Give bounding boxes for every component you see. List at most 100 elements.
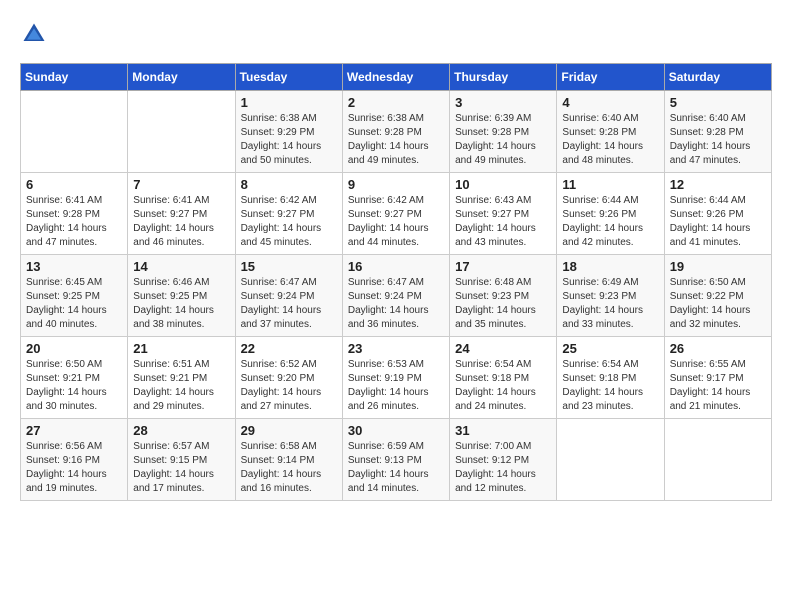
calendar-cell: 12Sunrise: 6:44 AM Sunset: 9:26 PM Dayli… [664,173,771,255]
day-info: Sunrise: 6:59 AM Sunset: 9:13 PM Dayligh… [348,440,444,496]
col-header-thursday: Thursday [450,64,557,91]
day-number: 18 [562,259,658,274]
calendar-cell: 13 Sunrise: 6:45 AM Sunset: 9:25 PM Dayli… [21,255,128,337]
calendar-cell: 15 Sunrise: 6:47 AM Sunset: 9:24 PM Dayli… [235,255,342,337]
calendar-cell: 14 Sunrise: 6:46 AM Sunset: 9:25 PM Dayli… [128,255,235,337]
day-info: Sunrise: 6:42 AM Sunset: 9:27 PM Dayligh… [348,194,444,250]
calendar-cell: 3 Sunrise: 6:39 AM Sunset: 9:28 PM Daylig… [450,91,557,173]
col-header-tuesday: Tuesday [235,64,342,91]
calendar-cell: 22 Sunrise: 6:52 AM Sunset: 9:20 PM Dayli… [235,337,342,419]
calendar-cell: 30 Sunrise: 6:59 AM Sunset: 9:13 PM Dayli… [342,419,449,501]
day-info: Sunrise: 6:47 AM Sunset: 9:24 PM Dayligh… [241,276,337,332]
day-number: 25 [562,341,658,356]
calendar-cell [664,419,771,501]
calendar-cell: 25 Sunrise: 6:54 AM Sunset: 9:18 PM Dayli… [557,337,664,419]
calendar-cell [21,91,128,173]
calendar-cell: 24 Sunrise: 6:54 AM Sunset: 9:18 PM Dayli… [450,337,557,419]
day-info: Sunrise: 6:41 AM Sunset: 9:28 PM Dayligh… [26,194,122,250]
day-number: 1 [241,95,337,110]
calendar-cell: 28Sunrise: 6:57 AM Sunset: 9:15 PM Dayli… [128,419,235,501]
day-number: 11 [562,177,658,192]
calendar-cell: 23 Sunrise: 6:53 AM Sunset: 9:19 PM Dayli… [342,337,449,419]
day-info: Sunrise: 6:51 AM Sunset: 9:21 PM Dayligh… [133,358,229,414]
page-header [20,20,772,48]
day-number: 14 [133,259,229,274]
logo-icon [20,20,48,48]
day-info: Sunrise: 6:48 AM Sunset: 9:23 PM Dayligh… [455,276,551,332]
col-header-sunday: Sunday [21,64,128,91]
col-header-friday: Friday [557,64,664,91]
day-number: 9 [348,177,444,192]
day-number: 26 [670,341,766,356]
day-number: 15 [241,259,337,274]
calendar-cell: 2 Sunrise: 6:38 AM Sunset: 9:28 PM Daylig… [342,91,449,173]
day-info: Sunrise: 6:45 AM Sunset: 9:25 PM Dayligh… [26,276,122,332]
day-info: Sunrise: 6:57 AM Sunset: 9:15 PM Dayligh… [133,440,229,496]
day-info: Sunrise: 6:43 AM Sunset: 9:27 PM Dayligh… [455,194,551,250]
day-number: 22 [241,341,337,356]
day-info: Sunrise: 6:38 AM Sunset: 9:29 PM Dayligh… [241,112,337,168]
day-number: 12 [670,177,766,192]
day-info: Sunrise: 6:39 AM Sunset: 9:28 PM Dayligh… [455,112,551,168]
day-info: Sunrise: 6:44 AM Sunset: 9:26 PM Dayligh… [562,194,658,250]
calendar-cell [128,91,235,173]
calendar-cell: 6 Sunrise: 6:41 AM Sunset: 9:28 PM Daylig… [21,173,128,255]
day-info: Sunrise: 6:46 AM Sunset: 9:25 PM Dayligh… [133,276,229,332]
day-number: 23 [348,341,444,356]
day-number: 27 [26,423,122,438]
day-info: Sunrise: 6:47 AM Sunset: 9:24 PM Dayligh… [348,276,444,332]
calendar-cell [557,419,664,501]
calendar-cell: 4 Sunrise: 6:40 AM Sunset: 9:28 PM Daylig… [557,91,664,173]
day-number: 20 [26,341,122,356]
calendar-cell: 21Sunrise: 6:51 AM Sunset: 9:21 PM Dayli… [128,337,235,419]
day-info: Sunrise: 6:55 AM Sunset: 9:17 PM Dayligh… [670,358,766,414]
col-header-wednesday: Wednesday [342,64,449,91]
day-info: Sunrise: 6:53 AM Sunset: 9:19 PM Dayligh… [348,358,444,414]
col-header-monday: Monday [128,64,235,91]
day-number: 2 [348,95,444,110]
day-info: Sunrise: 6:40 AM Sunset: 9:28 PM Dayligh… [670,112,766,168]
calendar-cell: 7 Sunrise: 6:41 AM Sunset: 9:27 PM Daylig… [128,173,235,255]
day-number: 4 [562,95,658,110]
calendar-cell: 9 Sunrise: 6:42 AM Sunset: 9:27 PM Daylig… [342,173,449,255]
day-number: 31 [455,423,551,438]
calendar-cell: 20 Sunrise: 6:50 AM Sunset: 9:21 PM Dayli… [21,337,128,419]
day-info: Sunrise: 6:50 AM Sunset: 9:21 PM Dayligh… [26,358,122,414]
day-info: Sunrise: 6:50 AM Sunset: 9:22 PM Dayligh… [670,276,766,332]
calendar-cell: 17 Sunrise: 6:48 AM Sunset: 9:23 PM Dayli… [450,255,557,337]
calendar-cell: 16 Sunrise: 6:47 AM Sunset: 9:24 PM Dayli… [342,255,449,337]
day-number: 3 [455,95,551,110]
day-number: 13 [26,259,122,274]
day-number: 10 [455,177,551,192]
day-info: Sunrise: 6:40 AM Sunset: 9:28 PM Dayligh… [562,112,658,168]
calendar-cell: 31Sunrise: 7:00 AM Sunset: 9:12 PM Dayli… [450,419,557,501]
calendar-cell: 29 Sunrise: 6:58 AM Sunset: 9:14 PM Dayli… [235,419,342,501]
calendar-cell: 18 Sunrise: 6:49 AM Sunset: 9:23 PM Dayli… [557,255,664,337]
col-header-saturday: Saturday [664,64,771,91]
day-info: Sunrise: 6:54 AM Sunset: 9:18 PM Dayligh… [562,358,658,414]
day-number: 24 [455,341,551,356]
day-number: 8 [241,177,337,192]
day-number: 5 [670,95,766,110]
calendar-cell: 10 Sunrise: 6:43 AM Sunset: 9:27 PM Dayli… [450,173,557,255]
day-number: 7 [133,177,229,192]
day-number: 29 [241,423,337,438]
day-number: 30 [348,423,444,438]
calendar-cell: 11 Sunrise: 6:44 AM Sunset: 9:26 PM Dayli… [557,173,664,255]
day-info: Sunrise: 6:56 AM Sunset: 9:16 PM Dayligh… [26,440,122,496]
calendar-cell: 8 Sunrise: 6:42 AM Sunset: 9:27 PM Daylig… [235,173,342,255]
calendar-cell: 1 Sunrise: 6:38 AM Sunset: 9:29 PM Daylig… [235,91,342,173]
day-info: Sunrise: 6:52 AM Sunset: 9:20 PM Dayligh… [241,358,337,414]
day-number: 6 [26,177,122,192]
day-info: Sunrise: 6:38 AM Sunset: 9:28 PM Dayligh… [348,112,444,168]
calendar-cell: 27 Sunrise: 6:56 AM Sunset: 9:16 PM Dayli… [21,419,128,501]
day-number: 16 [348,259,444,274]
day-info: Sunrise: 6:49 AM Sunset: 9:23 PM Dayligh… [562,276,658,332]
day-number: 17 [455,259,551,274]
day-info: Sunrise: 6:42 AM Sunset: 9:27 PM Dayligh… [241,194,337,250]
calendar-cell: 5 Sunrise: 6:40 AM Sunset: 9:28 PM Daylig… [664,91,771,173]
day-info: Sunrise: 6:58 AM Sunset: 9:14 PM Dayligh… [241,440,337,496]
day-info: Sunrise: 6:41 AM Sunset: 9:27 PM Dayligh… [133,194,229,250]
day-info: Sunrise: 6:54 AM Sunset: 9:18 PM Dayligh… [455,358,551,414]
logo [20,20,52,48]
